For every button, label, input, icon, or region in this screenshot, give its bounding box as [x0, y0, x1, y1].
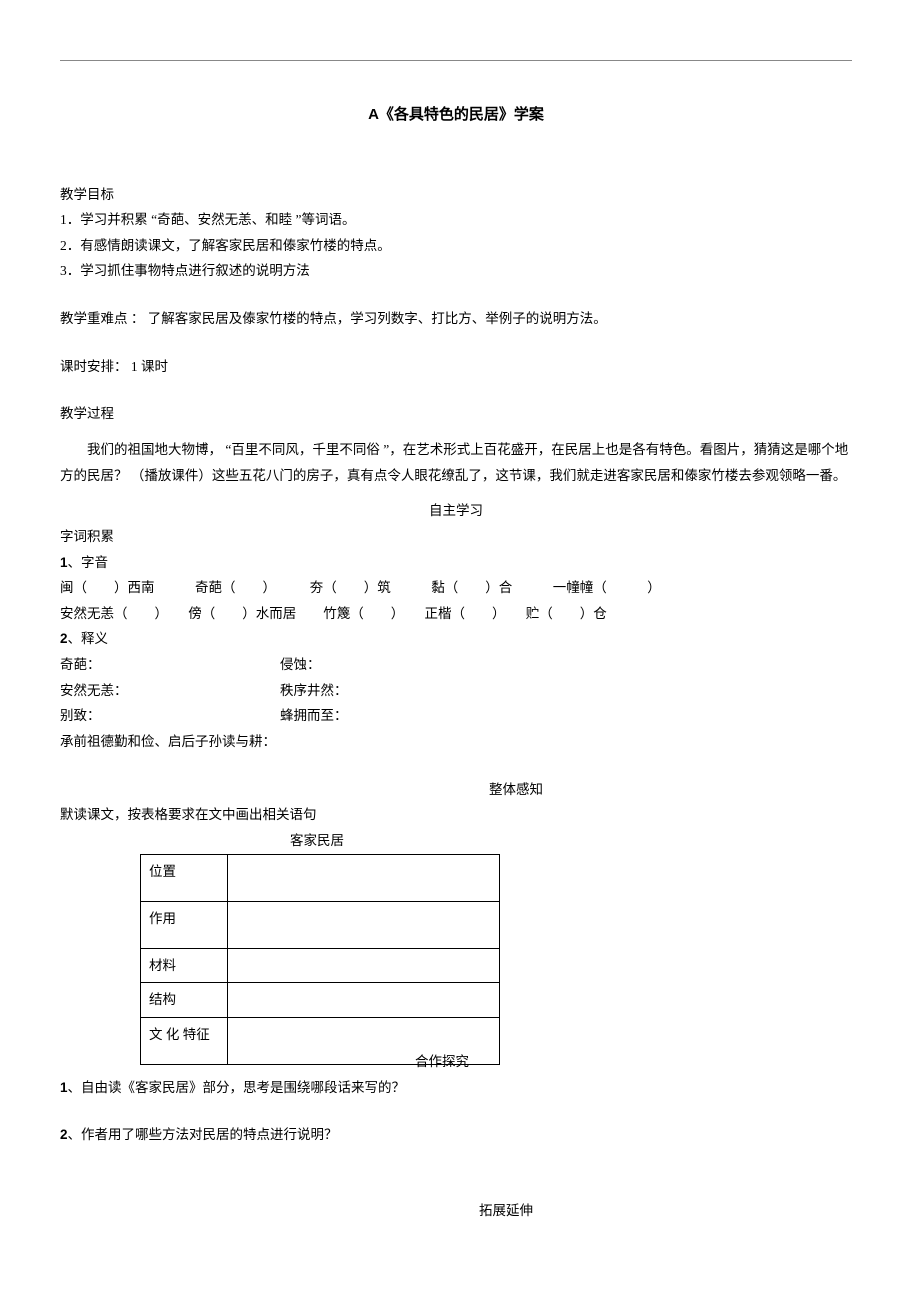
definition-heading: 2、释义 — [60, 626, 852, 652]
table-row-material: 材料 — [141, 948, 228, 983]
pronunciation-line-1: 闽（ ）西南 奇葩（ ） 夯（ ）筑 黏（ ）合 一幢幢（ ） — [60, 575, 852, 601]
document-title: A《各具特色的民居》学案 — [60, 101, 852, 130]
top-rule — [60, 60, 852, 61]
whole-instruction: 默读课文，按表格要求在文中画出相关语句 — [60, 802, 852, 828]
coop-question-1: 1、自由读《客家民居》部分，思考是围绕哪段话来写的？ — [60, 1075, 852, 1101]
vocab-heading: 字词积累 — [60, 524, 852, 550]
objectives-heading: 教学目标 — [60, 182, 852, 208]
table-row-function: 作用 — [141, 901, 228, 948]
self-study-heading: 自主学习 — [60, 498, 852, 524]
objective-2: 2．有感情朗读课文，了解客家民居和傣家竹楼的特点。 — [60, 233, 852, 259]
def-chengqian: 承前祖德勤和俭、启后子孙读与耕： — [60, 729, 852, 755]
definition-row: 奇葩： 侵蚀： — [60, 652, 852, 678]
difficulty-heading: 教学重难点 ： 了解客家民居及傣家竹楼的特点，学习列数字、打比方、举例子的说明方… — [60, 306, 852, 332]
title-main: 《各具特色的民居》学案 — [379, 107, 544, 123]
q1-text: 、自由读《客家民居》部分，思考是围绕哪段话来写的？ — [68, 1080, 406, 1095]
whole-perception-heading: 整体感知 — [60, 777, 852, 803]
cooperation-heading: 合作探究 — [415, 1049, 469, 1075]
table-row-culture: 文 化 特征 — [141, 1017, 228, 1064]
item-number-1: 1 — [60, 555, 68, 570]
objective-3: 3．学习抓住事物特点进行叙述的说明方法 — [60, 258, 852, 284]
intro-paragraph: 我们的祖国地大物博， “百里不同风，千里不同俗 ”，在艺术形式上百花盛开，在民居… — [60, 437, 852, 488]
definition-row: 安然无恙： 秩序井然： — [60, 678, 852, 704]
pronunciation-line-2: 安然无恙（ ） 傍（ ）水而居 竹篾（ ） 正楷（ ） 贮（ ）仓 — [60, 601, 852, 627]
process-heading: 教学过程 — [60, 401, 852, 427]
definition-label: 、释义 — [68, 631, 109, 646]
objective-1: 1．学习并积累 “奇葩、安然无恙、和睦 ”等词语。 — [60, 207, 852, 233]
kejia-table: 位置 作用 材料 结构 文 化 特征 — [140, 854, 500, 1065]
table-title: 客家民居 — [60, 828, 852, 854]
pronunciation-label: 、字音 — [68, 555, 109, 570]
def-zhixu: 秩序井然： — [280, 678, 852, 704]
table-cell — [228, 854, 500, 901]
q1-number: 1 — [60, 1080, 68, 1095]
q2-number: 2 — [60, 1127, 68, 1142]
definition-row: 别致： 蜂拥而至： — [60, 703, 852, 729]
def-qinshi: 侵蚀： — [280, 652, 852, 678]
table-row-structure: 结构 — [141, 983, 228, 1018]
item-number-2: 2 — [60, 631, 68, 646]
table-row-position: 位置 — [141, 854, 228, 901]
table-cell — [228, 948, 500, 983]
def-qipa: 奇葩： — [60, 652, 280, 678]
def-biezhi: 别致： — [60, 703, 280, 729]
extension-heading: 拓展延伸 — [60, 1198, 852, 1224]
def-fengyong: 蜂拥而至： — [280, 703, 852, 729]
def-anran: 安然无恙： — [60, 678, 280, 704]
hours-heading: 课时安排： 1 课时 — [60, 354, 852, 380]
pronunciation-heading: 1、字音 — [60, 550, 852, 576]
title-prefix: A — [368, 106, 379, 123]
q2-text: 、作者用了哪些方法对民居的特点进行说明？ — [68, 1127, 338, 1142]
table-cell — [228, 983, 500, 1018]
coop-question-2: 2、作者用了哪些方法对民居的特点进行说明？ — [60, 1122, 852, 1148]
table-cell — [228, 901, 500, 948]
